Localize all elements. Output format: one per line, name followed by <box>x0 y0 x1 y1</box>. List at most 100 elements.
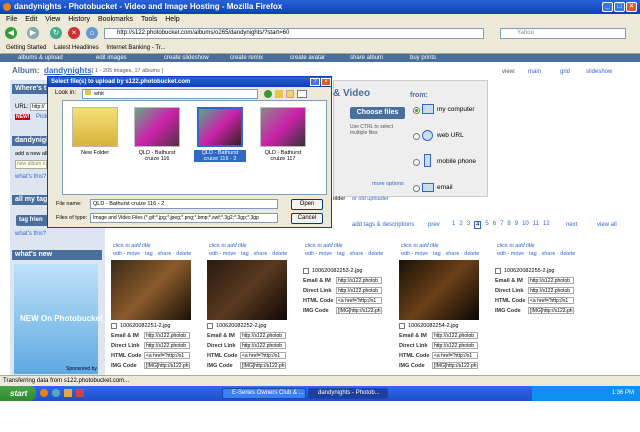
tile-actions[interactable]: edit · move · tag · share · delete <box>401 251 479 257</box>
open-button[interactable]: Open <box>291 199 323 210</box>
look-in-select[interactable]: whit <box>82 89 258 99</box>
pick-link[interactable]: Pick <box>36 114 47 120</box>
pager-page[interactable]: 3 <box>467 221 470 229</box>
img-code-field[interactable]: [IMG]http://s122.ph <box>240 362 286 369</box>
img-code-field[interactable]: [IMG]http://s122.ph <box>528 307 574 314</box>
option-email[interactable]: email <box>437 184 453 191</box>
add-tags-link[interactable]: add tags & descriptions <box>352 222 414 228</box>
quicklaunch-folder-icon[interactable] <box>64 389 72 397</box>
album-name[interactable]: dandynights <box>44 66 92 75</box>
html-code-field[interactable]: <a href="http://s1 <box>528 297 574 304</box>
email-field[interactable]: http://s122.photob <box>432 332 478 339</box>
menu-history[interactable]: History <box>68 16 90 23</box>
bookmark-latest-headlines[interactable]: Latest Headlines <box>54 45 99 51</box>
add-title-link[interactable]: click to add title <box>209 243 247 249</box>
direct-link-field[interactable]: http://s122.photob <box>432 342 478 349</box>
option-mobile-phone[interactable]: mobile phone <box>437 158 476 165</box>
old-uploader-link[interactable]: or old uploader <box>352 196 389 202</box>
dialog-help-button[interactable]: ? <box>310 78 320 86</box>
radio-mobile-phone[interactable] <box>413 159 420 166</box>
menu-help[interactable]: Help <box>165 16 179 23</box>
tile-actions[interactable]: edit · move · tag · share · delete <box>497 251 575 257</box>
pager-next[interactable]: next <box>566 222 577 228</box>
back-icon[interactable]: ◀ <box>5 27 17 39</box>
tile-actions[interactable]: edit · move · tag · share · delete <box>209 251 287 257</box>
add-title-link[interactable]: click to add title <box>401 243 439 249</box>
menu-bookmarks[interactable]: Bookmarks <box>98 16 133 23</box>
stop-icon[interactable]: × <box>68 27 80 39</box>
email-field[interactable]: http://s122.photob <box>528 277 574 284</box>
files-type-select[interactable]: Image and Video Files (*.gif;*.jpg;*.jpe… <box>90 213 278 223</box>
reload-icon[interactable]: ↻ <box>50 27 62 39</box>
pager-page[interactable]: 12 <box>543 221 550 229</box>
nav-create-avatar[interactable]: create avatar <box>290 54 325 62</box>
pager-page[interactable]: 7 <box>500 221 503 229</box>
img-code-field[interactable]: [IMG]http://s122.ph <box>336 307 382 314</box>
radio-email[interactable] <box>413 185 420 192</box>
select-checkbox[interactable] <box>111 323 117 329</box>
email-field[interactable]: http://s122.photob <box>240 332 286 339</box>
add-title-link[interactable]: click to add title <box>305 243 343 249</box>
pager-page[interactable]: 1 <box>452 221 455 229</box>
direct-link-field[interactable]: http://s122.photob <box>240 342 286 349</box>
view-menu-icon[interactable] <box>297 90 307 98</box>
nav-buy-prints[interactable]: buy prints <box>410 54 436 62</box>
pager-view-all[interactable]: view all <box>597 222 617 228</box>
html-code-field[interactable]: <a href="http://s1 <box>144 352 190 359</box>
img-code-field[interactable]: [IMG]http://s122.ph <box>432 362 478 369</box>
more-options-link[interactable]: more options <box>372 181 404 187</box>
menu-edit[interactable]: Edit <box>25 16 37 23</box>
menu-tools[interactable]: Tools <box>141 16 157 23</box>
select-checkbox[interactable] <box>303 268 309 274</box>
view-slideshow[interactable]: slideshow <box>586 69 612 75</box>
image-thumbnail[interactable] <box>207 260 287 320</box>
nav-edit-images[interactable]: edit images <box>96 54 127 62</box>
pager-page[interactable]: 5 <box>485 221 488 229</box>
html-code-field[interactable]: <a href="http://s1 <box>240 352 286 359</box>
minimize-button[interactable]: _ <box>602 2 613 12</box>
radio-web-url[interactable] <box>413 133 420 140</box>
pager-page[interactable]: 10 <box>522 221 529 229</box>
url-input[interactable]: http://s122.photobucket.com/albums/o265/… <box>104 28 484 39</box>
choose-files-button[interactable]: Choose files <box>350 107 405 119</box>
html-code-field[interactable]: <a href="http://s1 <box>432 352 478 359</box>
email-field[interactable]: http://s122.photob <box>144 332 190 339</box>
menu-view[interactable]: View <box>45 16 60 23</box>
maximize-button[interactable]: □ <box>614 2 625 12</box>
view-grid[interactable]: grid <box>560 69 570 75</box>
add-title-link[interactable]: click to add title <box>497 243 535 249</box>
quicklaunch-media-icon[interactable] <box>76 389 84 397</box>
task-eseries[interactable]: E-Series Owners Club & ... <box>222 388 306 399</box>
nav-create-slideshow[interactable]: create slideshow <box>164 54 209 62</box>
tag-friend-button[interactable]: tag frien <box>16 215 48 226</box>
nav-create-remix[interactable]: create remix <box>230 54 263 62</box>
option-my-computer[interactable]: my computer <box>437 106 475 113</box>
dialog-close-button[interactable]: × <box>321 78 331 86</box>
start-button[interactable]: start <box>0 386 36 401</box>
search-input[interactable]: Yahoo <box>500 28 626 39</box>
up-folder-icon[interactable] <box>275 90 283 98</box>
task-dandynights[interactable]: dandynights - Photob... <box>308 388 388 399</box>
file-name-input[interactable]: QLD - Bathurst cruize 116 - 2 <box>90 199 278 209</box>
select-checkbox[interactable] <box>495 268 501 274</box>
pager-prev[interactable]: prev <box>428 222 440 228</box>
menu-file[interactable]: File <box>6 16 17 23</box>
forward-icon[interactable]: ▶ <box>27 27 39 39</box>
tile-actions[interactable]: edit · move · tag · share · delete <box>305 251 383 257</box>
image-thumbnail[interactable] <box>111 260 191 320</box>
whats-this-link-2[interactable]: what's this? <box>15 231 46 237</box>
folder-item[interactable]: New Folder <box>69 107 121 156</box>
close-button[interactable]: × <box>626 2 637 12</box>
whats-this-link[interactable]: what's this? <box>15 174 46 180</box>
radio-my-computer[interactable] <box>413 107 420 114</box>
direct-link-field[interactable]: http://s122.photob <box>336 287 382 294</box>
html-code-field[interactable]: <a href="http://s1 <box>336 297 382 304</box>
select-checkbox[interactable] <box>399 323 405 329</box>
option-web-url[interactable]: web URL <box>437 132 464 139</box>
quicklaunch-firefox-icon[interactable] <box>40 389 48 397</box>
pager-page[interactable]: 2 <box>459 221 462 229</box>
nav-share-album[interactable]: share album <box>350 54 383 62</box>
direct-link-field[interactable]: http://s122.photob <box>144 342 190 349</box>
pager-page[interactable]: 8 <box>507 221 510 229</box>
bookmark-internet-banking[interactable]: Internet Banking - Tr... <box>106 45 165 51</box>
